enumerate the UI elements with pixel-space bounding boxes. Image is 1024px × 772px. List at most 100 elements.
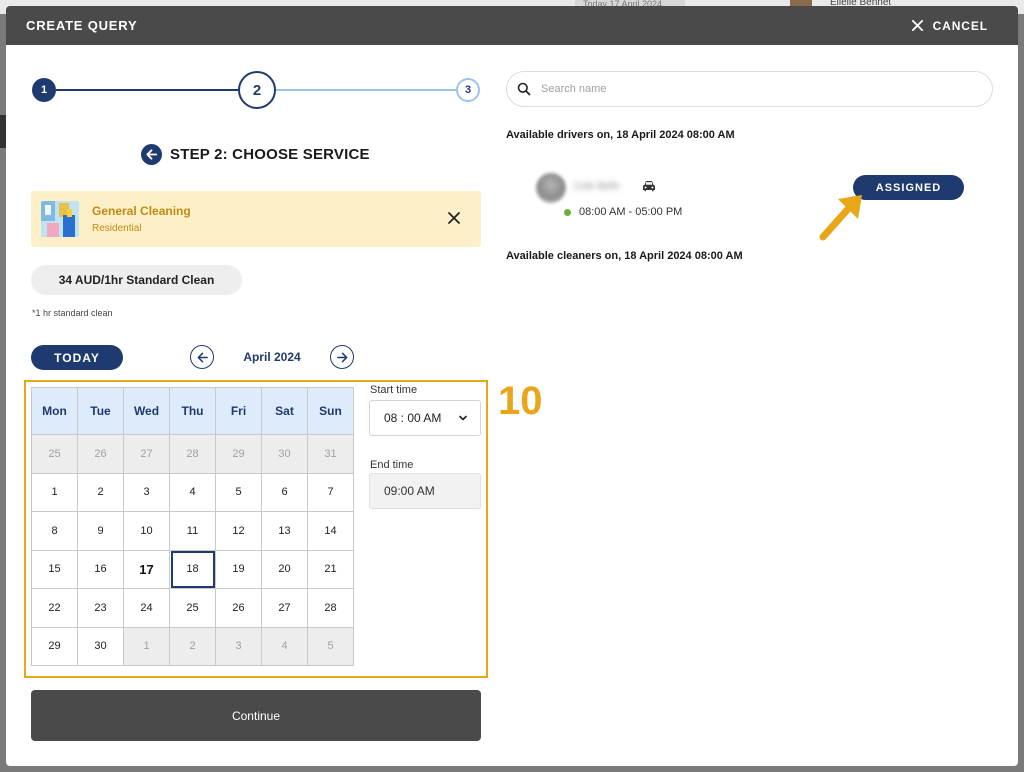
calendar-day[interactable]: 2 bbox=[169, 626, 216, 666]
calendar-day[interactable]: 29 bbox=[31, 626, 78, 666]
driver-name: Cole Bello bbox=[574, 181, 620, 192]
remove-service-icon[interactable] bbox=[447, 211, 461, 225]
arrow-left-icon bbox=[197, 352, 208, 362]
calendar-day-selected[interactable]: 18 bbox=[169, 549, 216, 589]
calendar-body: 25 26 27 28 29 30 31 1 2 3 4 5 6 7 8 9 10 11 12 13 14 15 16 17 1… bbox=[31, 434, 354, 666]
stepper: 1 2 3 bbox=[32, 71, 482, 109]
end-time-field: 09:00 AM bbox=[369, 473, 481, 509]
start-time-select[interactable]: 08 : 00 AM bbox=[369, 400, 481, 436]
calendar-day[interactable]: 6 bbox=[261, 472, 308, 512]
calendar-day[interactable]: 23 bbox=[77, 588, 124, 628]
calendar-day[interactable]: 7 bbox=[307, 472, 354, 512]
weekday-header: Thu bbox=[169, 387, 216, 435]
step-1[interactable]: 1 bbox=[32, 78, 56, 102]
stepper-line-pending bbox=[276, 89, 457, 91]
calendar-day[interactable]: 3 bbox=[215, 626, 262, 666]
calendar-day[interactable]: 28 bbox=[307, 588, 354, 628]
today-button[interactable]: TODAY bbox=[31, 345, 123, 370]
service-category: Residential bbox=[92, 223, 142, 234]
end-time-label: End time bbox=[370, 459, 414, 471]
back-arrow-icon[interactable] bbox=[141, 144, 162, 165]
calendar-day[interactable]: 14 bbox=[307, 511, 354, 551]
driver-availability: 08:00 AM - 05:00 PM bbox=[564, 206, 682, 218]
calendar-day[interactable]: 30 bbox=[77, 626, 124, 666]
calendar-day[interactable]: 27 bbox=[261, 588, 308, 628]
close-icon bbox=[911, 19, 923, 32]
calendar-week-row: 29 30 1 2 3 4 5 bbox=[31, 626, 354, 666]
calendar-day[interactable]: 3 bbox=[123, 472, 170, 512]
continue-button[interactable]: Continue bbox=[31, 690, 481, 741]
calendar-day[interactable]: 2 bbox=[77, 472, 124, 512]
weekday-header: Fri bbox=[215, 387, 262, 435]
assigned-button[interactable]: ASSIGNED bbox=[853, 175, 964, 200]
availability-dot bbox=[564, 208, 571, 216]
start-time-label: Start time bbox=[370, 384, 418, 396]
calendar-day[interactable]: 21 bbox=[307, 549, 354, 589]
price-option-chip[interactable]: 34 AUD/1hr Standard Clean bbox=[31, 265, 242, 295]
calendar-day[interactable]: 9 bbox=[77, 511, 124, 551]
search-input[interactable] bbox=[541, 83, 961, 95]
driver-avatar bbox=[536, 173, 566, 203]
modal-header: CREATE QUERY CANCEL bbox=[6, 6, 1018, 45]
weekday-header: Tue bbox=[77, 387, 124, 435]
calendar-day[interactable]: 4 bbox=[261, 626, 308, 666]
driver-list-item: Cole Bello 08:00 AM - 05:00 PM ASSIGNED bbox=[536, 171, 966, 221]
step-title: STEP 2: CHOOSE SERVICE bbox=[141, 144, 370, 165]
calendar-day[interactable]: 12 bbox=[215, 511, 262, 551]
cancel-label: CANCEL bbox=[932, 18, 988, 33]
create-query-modal: CREATE QUERY CANCEL 1 2 3 STEP 2: CHOOSE… bbox=[6, 6, 1018, 766]
month-label: April 2024 bbox=[243, 350, 301, 364]
available-cleaners-title: Available cleaners on, 18 April 2024 08:… bbox=[506, 250, 743, 262]
calendar-day[interactable]: 26 bbox=[77, 434, 124, 474]
calendar-day[interactable]: 8 bbox=[31, 511, 78, 551]
step-3[interactable]: 3 bbox=[456, 78, 480, 102]
search-box bbox=[506, 71, 993, 107]
calendar-day[interactable]: 4 bbox=[169, 472, 216, 512]
search-icon bbox=[517, 82, 531, 96]
previous-month-button[interactable] bbox=[190, 345, 214, 369]
calendar-day[interactable]: 29 bbox=[215, 434, 262, 474]
calendar-grid: Mon Tue Wed Thu Fri Sat Sun 25 26 27 28 29 30 31 1 2 3 4… bbox=[31, 387, 354, 666]
calendar-day[interactable]: 11 bbox=[169, 511, 216, 551]
selected-service-card: General Cleaning Residential bbox=[31, 191, 481, 247]
end-time-value: 09:00 AM bbox=[384, 484, 435, 498]
calendar-day[interactable]: 28 bbox=[169, 434, 216, 474]
calendar-week-row: 8 9 10 11 12 13 14 bbox=[31, 511, 354, 551]
calendar-day[interactable]: 10 bbox=[123, 511, 170, 551]
calendar-day[interactable]: 20 bbox=[261, 549, 308, 589]
calendar-day[interactable]: 26 bbox=[215, 588, 262, 628]
calendar-day[interactable]: 19 bbox=[215, 549, 262, 589]
calendar-week-row: 22 23 24 25 26 27 28 bbox=[31, 588, 354, 628]
calendar-day[interactable]: 1 bbox=[31, 472, 78, 512]
calendar-weekday-row: Mon Tue Wed Thu Fri Sat Sun bbox=[31, 387, 354, 435]
weekday-header: Wed bbox=[123, 387, 170, 435]
cancel-button[interactable]: CANCEL bbox=[911, 19, 988, 33]
service-info: General Cleaning Residential bbox=[92, 204, 191, 234]
service-name: General Cleaning bbox=[92, 204, 191, 218]
calendar-week-row: 25 26 27 28 29 30 31 bbox=[31, 434, 354, 474]
calendar-week-row: 1234567 bbox=[31, 472, 354, 512]
calendar-day[interactable]: 31 bbox=[307, 434, 354, 474]
calendar-day-today[interactable]: 17 bbox=[123, 549, 170, 589]
calendar-day[interactable]: 5 bbox=[215, 472, 262, 512]
calendar-day[interactable]: 25 bbox=[31, 434, 78, 474]
available-drivers-title: Available drivers on, 18 April 2024 08:0… bbox=[506, 129, 735, 141]
calendar-day[interactable]: 16 bbox=[77, 549, 124, 589]
calendar-day[interactable]: 27 bbox=[123, 434, 170, 474]
calendar-day[interactable]: 13 bbox=[261, 511, 308, 551]
step-2[interactable]: 2 bbox=[238, 71, 276, 109]
next-month-button[interactable] bbox=[330, 345, 354, 369]
calendar-day[interactable]: 5 bbox=[307, 626, 354, 666]
calendar-day[interactable]: 25 bbox=[169, 588, 216, 628]
service-thumbnail bbox=[41, 201, 79, 237]
calendar-day[interactable]: 30 bbox=[261, 434, 308, 474]
calendar-day[interactable]: 15 bbox=[31, 549, 78, 589]
calendar-day[interactable]: 1 bbox=[123, 626, 170, 666]
car-icon bbox=[643, 181, 655, 192]
calendar-day[interactable]: 24 bbox=[123, 588, 170, 628]
calendar-week-row: 15 16 17 18 19 20 21 bbox=[31, 549, 354, 589]
modal-title: CREATE QUERY bbox=[26, 18, 138, 33]
annotation-step-number: 10 bbox=[498, 379, 543, 423]
calendar-day[interactable]: 22 bbox=[31, 588, 78, 628]
price-note: *1 hr standard clean bbox=[32, 308, 113, 318]
